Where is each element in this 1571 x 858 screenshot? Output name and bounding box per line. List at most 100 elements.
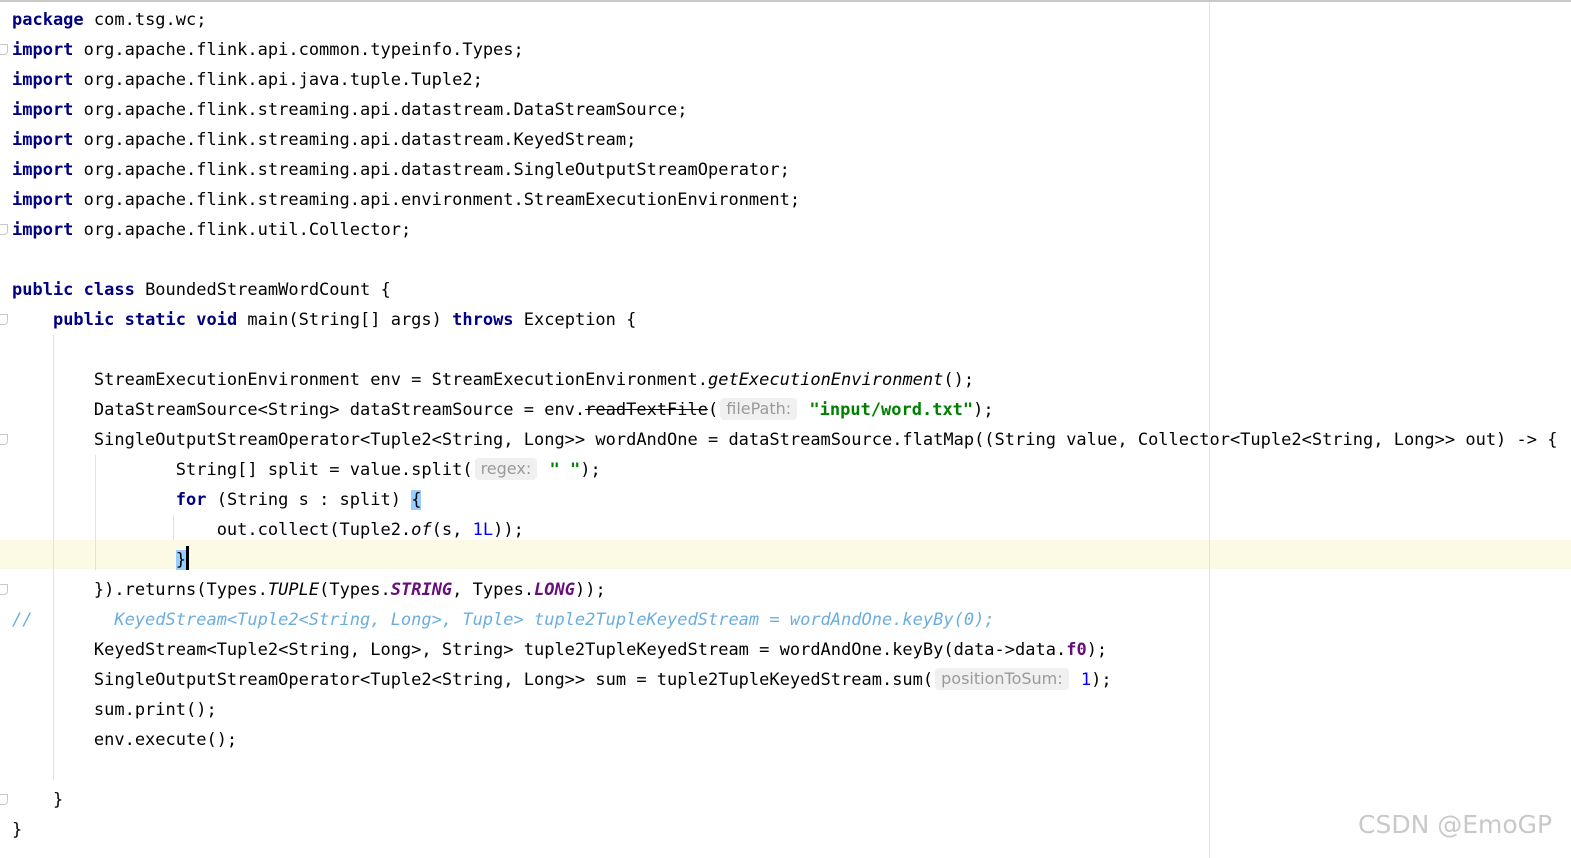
code-token: " " — [549, 460, 581, 480]
code-token: out.collect(Tuple2. — [12, 520, 412, 540]
editor-top-border — [0, 0, 1571, 2]
code-token: main(String[] args) — [237, 310, 453, 330]
code-line[interactable]: } — [12, 785, 1557, 815]
code-token: ( — [707, 400, 719, 420]
code-line[interactable]: SingleOutputStreamOperator<Tuple2<String… — [12, 665, 1557, 695]
code-editor[interactable]: package com.tsg.wc; import org.apache.fli… — [12, 5, 1557, 845]
code-token: getExecutionEnvironment — [707, 370, 944, 390]
code-token: BoundedStreamWordCount { — [134, 280, 391, 300]
code-token: f0 — [1066, 640, 1087, 660]
code-line[interactable]: // KeyedStream<Tuple2<String, Long>, Tup… — [12, 605, 1557, 635]
code-token: returns — [124, 580, 197, 600]
code-line[interactable] — [12, 245, 1557, 275]
code-line[interactable]: env.execute(); — [12, 725, 1557, 755]
fold-icon[interactable] — [0, 224, 8, 235]
code-line[interactable]: out.collect(Tuple2.of(s, 1L)); — [12, 515, 1557, 545]
code-token: KeyedStream<Tuple2<String, Long>, String… — [12, 640, 1067, 660]
fold-icon[interactable] — [0, 44, 8, 55]
code-token: import — [12, 160, 74, 180]
code-token: readTextFile — [585, 400, 708, 420]
code-line[interactable]: }).returns(Types.TUPLE(Types.STRING, Typ… — [12, 575, 1557, 605]
code-line[interactable]: SingleOutputStreamOperator<Tuple2<String… — [12, 425, 1558, 455]
code-line[interactable]: import org.apache.flink.streaming.api.en… — [12, 185, 1557, 215]
code-token: } — [12, 790, 64, 810]
code-line[interactable] — [12, 335, 1557, 365]
code-token: SingleOutputStreamOperator<Tuple2<String… — [12, 430, 1558, 450]
code-token: org.apache.flink.util.Collector; — [73, 220, 412, 240]
code-line[interactable] — [12, 755, 1557, 785]
code-line[interactable]: KeyedStream<Tuple2<String, Long>, String… — [12, 635, 1557, 665]
code-line[interactable]: DataStreamSource<String> dataStreamSourc… — [12, 395, 1557, 425]
code-token: public class — [12, 280, 135, 300]
code-token: 1L — [472, 520, 494, 540]
code-token: "input/word.txt" — [809, 400, 974, 420]
code-token: // KeyedStream<Tuple2<String, Long>, Tup… — [12, 610, 995, 630]
code-token: 1 — [1080, 670, 1092, 690]
fold-icon[interactable] — [0, 794, 8, 805]
code-token: ); — [1086, 640, 1108, 660]
code-token: } — [12, 820, 23, 840]
code-token: package — [12, 10, 84, 30]
code-token: (); — [943, 370, 975, 390]
code-token: Exception { — [513, 310, 637, 330]
code-token: throws — [452, 310, 514, 330]
code-token: public static void — [52, 310, 238, 330]
code-line[interactable]: import org.apache.flink.api.common.typei… — [12, 35, 1557, 65]
code-token: ); — [973, 400, 994, 420]
code-line[interactable]: import org.apache.flink.api.java.tuple.T… — [12, 65, 1557, 95]
fold-icon[interactable] — [0, 584, 8, 595]
code-line[interactable]: public class BoundedStreamWordCount { — [12, 275, 1557, 305]
code-token: org.apache.flink.streaming.api.datastrea… — [73, 130, 637, 150]
code-token: SingleOutputStreamOperator<Tuple2<String… — [12, 670, 934, 690]
code-line[interactable]: import org.apache.flink.util.Collector; — [12, 215, 1557, 245]
parameter-hint: filePath: — [720, 398, 798, 420]
code-token: )); — [493, 520, 524, 540]
code-line[interactable]: package com.tsg.wc; — [12, 5, 1557, 35]
code-token: import — [12, 70, 74, 90]
code-line[interactable]: import org.apache.flink.streaming.api.da… — [12, 155, 1557, 185]
code-token: com.tsg.wc; — [83, 10, 207, 30]
code-token: org.apache.flink.streaming.api.datastrea… — [73, 160, 790, 180]
code-token: (s, — [431, 520, 473, 540]
parameter-hint: regex: — [474, 458, 538, 480]
code-line[interactable]: for (String s : split) { — [12, 485, 1557, 515]
code-token: for — [175, 490, 207, 510]
code-token: LONG — [534, 580, 576, 600]
code-token: ); — [580, 460, 601, 480]
code-token: org.apache.flink.api.common.typeinfo.Typ… — [73, 40, 524, 60]
parameter-hint: positionToSum: — [935, 668, 1069, 690]
fold-icon[interactable] — [0, 314, 8, 325]
watermark: CSDN @EmoGP — [1358, 810, 1553, 839]
code-line[interactable]: public static void main(String[] args) t… — [12, 305, 1557, 335]
code-token: STRING — [390, 580, 453, 600]
code-line[interactable]: } — [12, 545, 1557, 575]
code-line[interactable]: import org.apache.flink.streaming.api.da… — [12, 125, 1557, 155]
code-token: org.apache.flink.api.java.tuple.Tuple2; — [73, 70, 483, 90]
code-line[interactable]: StreamExecutionEnvironment env = StreamE… — [12, 365, 1557, 395]
code-token: } — [175, 550, 187, 570]
fold-icon[interactable] — [0, 434, 8, 445]
code-token: import — [12, 40, 74, 60]
code-token: (String s : split) — [206, 490, 412, 510]
code-token: import — [12, 190, 74, 210]
code-token: TUPLE — [267, 580, 320, 600]
code-token: (Types. — [319, 580, 391, 600]
code-token: import — [12, 220, 74, 240]
code-line[interactable]: String[] split = value.split(regex: " ")… — [12, 455, 1557, 485]
code-token: StreamExecutionEnvironment env = StreamE… — [12, 370, 708, 390]
code-token: , Types. — [452, 580, 535, 600]
code-line[interactable]: } — [12, 815, 1557, 845]
code-token: (Types. — [196, 580, 268, 600]
code-token: DataStreamSource<String> dataStreamSourc… — [12, 400, 586, 420]
code-line[interactable]: sum.print(); — [12, 695, 1557, 725]
code-token: String[] split = value.split( — [12, 460, 473, 480]
code-token: env.execute(); — [12, 730, 238, 750]
code-line[interactable]: import org.apache.flink.streaming.api.da… — [12, 95, 1557, 125]
code-token: sum.print(); — [12, 700, 217, 720]
code-token: of — [411, 520, 432, 540]
